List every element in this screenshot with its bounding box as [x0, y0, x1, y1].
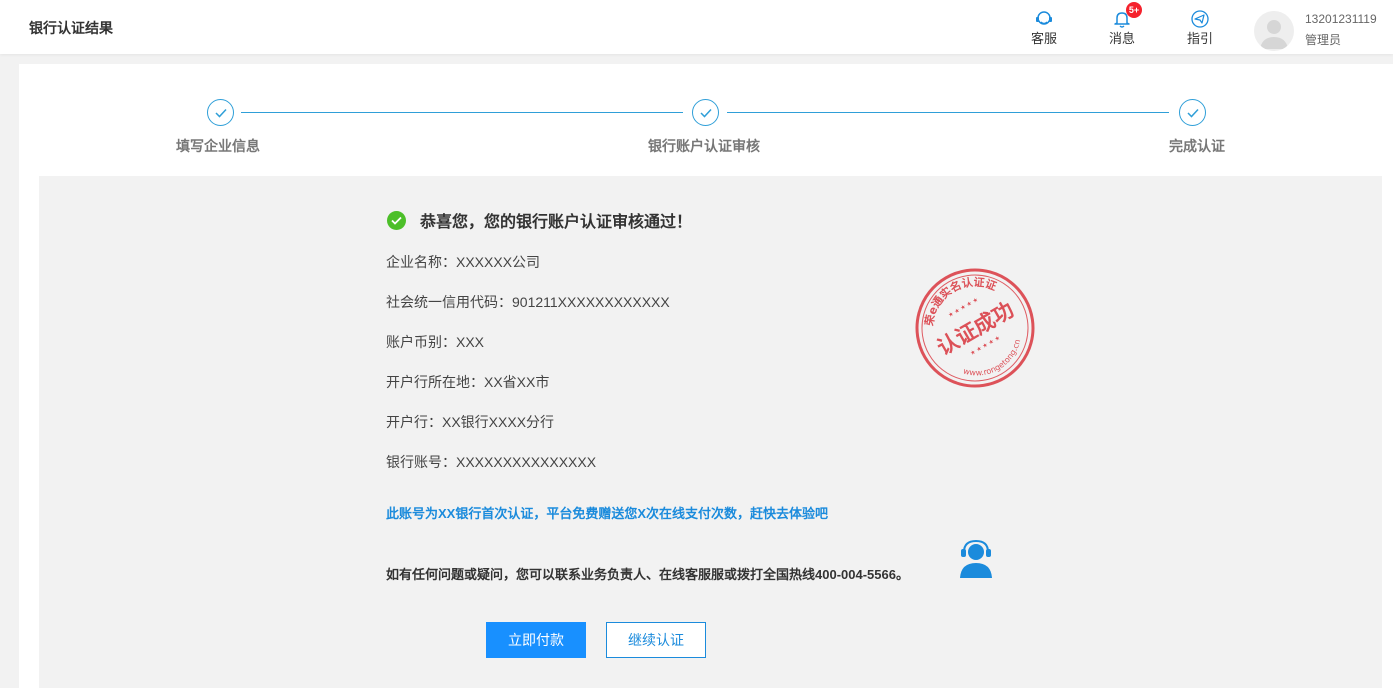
step-3-check — [1179, 99, 1206, 126]
step-3-label: 完成认证 — [1169, 138, 1225, 154]
user-phone[interactable]: 13201231119 — [1305, 12, 1377, 26]
field-value: XXXXXX公司 — [456, 254, 541, 270]
field-label: 社会统一信用代码 — [386, 294, 512, 310]
step-2-label: 银行账户认证审核 — [648, 138, 760, 154]
field-label: 开户行所在地 — [386, 374, 484, 390]
field-label: 账户币别 — [386, 334, 456, 350]
avatar[interactable] — [1254, 11, 1294, 51]
info-credit-code: 社会统一信用代码901211XXXXXXXXXXXX — [386, 292, 670, 312]
info-company-name: 企业名称XXXXXX公司 — [386, 252, 540, 272]
step-connector — [241, 112, 683, 113]
field-value: XXXXXXXXXXXXXXX — [456, 454, 597, 470]
field-value: XXX — [456, 334, 485, 350]
customer-service-agent-icon — [960, 540, 992, 578]
result-box — [39, 176, 1382, 688]
success-heading: 恭喜您，您的银行账户认证审核通过！ — [387, 208, 692, 232]
success-check-icon — [387, 210, 406, 230]
top-bar: 银行认证结果 客服 5+ 消息 指引 13201231119 管理员 — [0, 0, 1393, 54]
step-1-label: 填写企业信息 — [176, 138, 260, 154]
success-title: 恭喜您，您的银行账户认证审核通过！ — [420, 214, 693, 231]
field-value: XX省XX市 — [484, 374, 550, 390]
send-icon — [1191, 10, 1209, 28]
check-icon — [214, 108, 227, 118]
guide-label: 指引 — [1186, 31, 1213, 46]
messages-button[interactable]: 5+ 消息 — [1097, 2, 1147, 47]
field-label: 开户行 — [386, 414, 442, 430]
field-label: 企业名称 — [386, 254, 456, 270]
certification-stamp: 荣e通实名认证证 ★ ★ ★ ★ ★ 认证成功 ★ ★ ★ ★ ★ www.ro… — [913, 266, 1035, 389]
info-account-number: 银行账号XXXXXXXXXXXXXXX — [386, 452, 596, 472]
pay-now-button[interactable]: 立即付款 — [486, 622, 586, 658]
page-title: 银行认证结果 — [29, 20, 113, 36]
guide-button[interactable]: 指引 — [1175, 10, 1225, 47]
message-count-badge: 5+ — [1126, 2, 1142, 18]
step-connector — [727, 112, 1169, 113]
step-2-check — [692, 99, 719, 126]
check-icon — [1186, 108, 1199, 118]
messages-label: 消息 — [1108, 31, 1135, 46]
info-currency: 账户币别XXX — [386, 332, 484, 352]
continue-verification-button[interactable]: 继续认证 — [606, 622, 706, 658]
customer-service-icon — [1036, 11, 1052, 25]
field-value: 901211XXXXXXXXXXXX — [512, 294, 670, 310]
customer-service-button[interactable]: 客服 — [1019, 10, 1069, 47]
info-bank-location: 开户行所在地XX省XX市 — [386, 372, 549, 392]
field-label: 银行账号 — [386, 454, 456, 470]
field-value: XX银行XXXX分行 — [442, 414, 555, 430]
user-role: 管理员 — [1305, 33, 1342, 47]
info-bank-branch: 开户行XX银行XXXX分行 — [386, 412, 554, 432]
step-1-check — [207, 99, 234, 126]
promo-text: 此账号为XX银行首次认证，平台免费赠送您X次在线支付次数，赶快去体验吧 — [386, 506, 829, 521]
check-icon — [699, 108, 712, 118]
customer-service-label: 客服 — [1030, 31, 1057, 46]
contact-text: 如有任何问题或疑问，您可以联系业务负责人、在线客服服或拨打全国热线400-004… — [386, 567, 909, 582]
